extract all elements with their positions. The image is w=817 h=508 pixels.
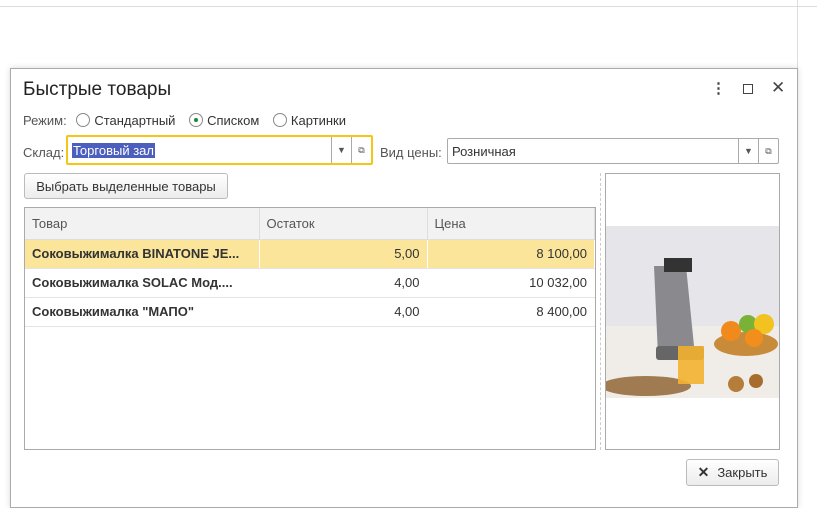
column-header-product[interactable]: Товар (25, 208, 260, 240)
mode-standard[interactable]: Стандартный (70, 113, 175, 128)
table-row[interactable]: Соковыжималка "МАПО" 4,00 8 400,00 (25, 297, 595, 327)
close-button[interactable]: ✕ Закрыть (686, 459, 779, 486)
dialog-title: Быстрые товары (23, 79, 172, 100)
product-cell: Соковыжималка "МАПО" (25, 297, 260, 327)
mode-label: Режим: (23, 113, 67, 128)
warehouse-value[interactable]: Торговый зал (72, 142, 155, 158)
product-cell: Соковыжималка SOLAC Мод.... (25, 268, 260, 298)
warehouse-label: Склад: (23, 145, 65, 160)
splitter[interactable] (600, 173, 601, 450)
column-header-stock[interactable]: Остаток (259, 208, 428, 240)
quick-goods-dialog: Быстрые товары ⋮ ✕ Режим: Стандартный Сп… (10, 68, 798, 508)
price-cell: 8 100,00 (427, 239, 595, 269)
close-button-label: Закрыть (717, 465, 768, 480)
column-header-price[interactable]: Цена (427, 208, 595, 240)
open-icon[interactable]: ⧉ (758, 139, 778, 163)
price-type-label: Вид цены: (380, 145, 442, 160)
radio-checked-icon[interactable] (189, 113, 204, 127)
dropdown-icon[interactable]: ▼ (738, 139, 758, 163)
price-type-value[interactable]: Розничная (448, 144, 738, 159)
background-line (0, 6, 817, 7)
price-type-field[interactable]: Розничная ▼ ⧉ (447, 138, 779, 164)
radio-label: Списком (207, 113, 260, 128)
warehouse-field[interactable]: Торговый зал ▼ ⧉ (66, 135, 373, 165)
close-icon[interactable]: ✕ (771, 78, 785, 98)
select-highlighted-button[interactable]: Выбрать выделенные товары (24, 173, 228, 199)
radio-label: Картинки (290, 113, 346, 128)
dropdown-icon[interactable]: ▼ (331, 137, 351, 163)
stock-cell: 4,00 (259, 268, 428, 298)
open-icon[interactable]: ⧉ (351, 137, 371, 163)
stock-cell: 4,00 (259, 297, 428, 327)
radio-label: Стандартный (94, 113, 176, 128)
product-cell: Соковыжималка BINATONE JE... (25, 239, 260, 269)
price-cell: 10 032,00 (427, 268, 595, 298)
mode-radio-group: Режим: Стандартный Списком Картинки (23, 113, 346, 128)
table-header: Товар Остаток Цена (25, 208, 595, 240)
mode-pictures[interactable]: Картинки (267, 113, 346, 128)
table-row[interactable]: Соковыжималка SOLAC Мод.... 4,00 10 032,00 (25, 268, 595, 298)
stock-cell: 5,00 (259, 239, 428, 269)
radio-icon[interactable] (76, 113, 91, 127)
mode-list[interactable]: Списком (183, 113, 259, 128)
more-menu-icon[interactable]: ⋮ (711, 79, 726, 97)
maximize-icon[interactable] (743, 84, 753, 94)
goods-table[interactable]: Товар Остаток Цена Соковыжималка BINATON… (24, 207, 596, 450)
table-row[interactable]: Соковыжималка BINATONE JE... 5,00 8 100,00 (25, 239, 595, 269)
close-x-icon: ✕ (697, 464, 710, 480)
product-photo (606, 226, 779, 398)
product-image-panel (605, 173, 780, 450)
radio-icon[interactable] (272, 113, 287, 127)
price-cell: 8 400,00 (427, 297, 595, 327)
